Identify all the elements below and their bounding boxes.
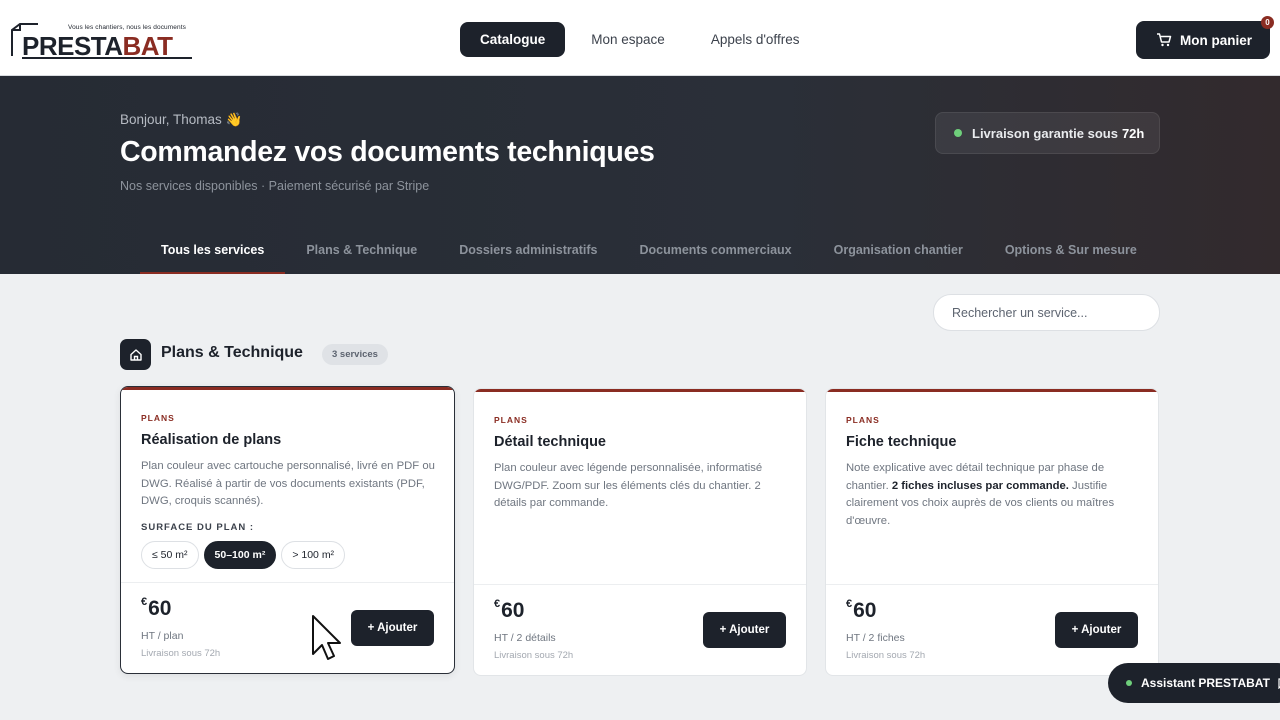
top-navigation-bar: Vous les chantiers, nous les documents P… — [0, 0, 1280, 76]
tab-plans-technique[interactable]: Plans & Technique — [285, 236, 438, 274]
card-price-unit: HT / 2 détails — [494, 632, 556, 644]
card-description: Plan couleur avec légende personnalisée,… — [494, 462, 763, 509]
delivery-highlight: 72h — [1121, 125, 1145, 141]
card-title: Détail technique — [494, 434, 606, 450]
card-category-tag: PLANS — [846, 415, 880, 425]
card-price: €60 — [846, 598, 877, 622]
surface-option-large[interactable]: > 100 m² — [281, 541, 346, 569]
cart-count-badge: 0 — [1261, 16, 1274, 29]
card-delivery-eta: Livraison sous 72h — [141, 648, 221, 659]
card-title: Fiche technique — [846, 434, 957, 450]
add-to-cart-button[interactable]: + Ajouter — [351, 610, 434, 646]
greeting-text: Bonjour, Thomas 👋 — [120, 112, 243, 127]
section-count-badge: 3 services — [322, 344, 388, 365]
surface-option-small[interactable]: ≤ 50 m² — [141, 541, 199, 569]
cart-label: Mon panier — [1180, 32, 1253, 48]
logo-tagline: Vous les chantiers, nous les documents — [68, 24, 186, 31]
card-description: Note explicative avec détail technique p… — [846, 462, 1115, 527]
nav-catalogue[interactable]: Catalogue — [460, 22, 566, 57]
search-input[interactable] — [933, 294, 1160, 331]
service-card-realisation-plans[interactable]: PLANS Réalisation de plans Plan couleur … — [120, 386, 455, 674]
logo-underline — [22, 57, 192, 59]
status-dot-icon — [954, 129, 962, 137]
cart-icon — [1157, 33, 1172, 47]
section-title: Plans & Technique — [161, 344, 303, 361]
card-divider — [121, 582, 454, 583]
hero-banner: Bonjour, Thomas 👋 Commandez vos document… — [0, 76, 1280, 274]
mouse-cursor-icon — [312, 615, 341, 660]
online-dot-icon — [1126, 680, 1132, 686]
card-accent-line — [826, 389, 1158, 392]
tab-tous-les-services[interactable]: Tous les services — [140, 236, 286, 274]
card-delivery-eta: Livraison sous 72h — [494, 650, 574, 661]
card-divider — [826, 584, 1158, 585]
surface-options: ≤ 50 m² 50–100 m² > 100 m² — [141, 541, 350, 569]
cart-button[interactable]: Mon panier — [1136, 21, 1270, 59]
tab-dossiers-administratifs[interactable]: Dossiers administratifs — [438, 236, 618, 274]
tab-documents-commerciaux[interactable]: Documents commerciaux — [618, 236, 812, 274]
tab-organisation-chantier[interactable]: Organisation chantier — [813, 236, 984, 274]
card-category-tag: PLANS — [494, 415, 528, 425]
card-accent-line — [474, 389, 806, 392]
assistant-label: Assistant PRESTABAT — [1141, 676, 1270, 690]
page-title: Commandez vos documents techniques — [120, 136, 655, 168]
surface-label: SURFACE DU PLAN : — [141, 522, 255, 533]
category-tabs: Tous les services Plans & Technique Doss… — [140, 236, 1158, 274]
card-description: Plan couleur avec cartouche personnalisé… — [141, 460, 435, 507]
card-delivery-eta: Livraison sous 72h — [846, 650, 926, 661]
add-to-cart-button[interactable]: + Ajouter — [1055, 612, 1138, 648]
main-nav: Catalogue Mon espace Appels d'offres — [460, 22, 825, 57]
card-price-unit: HT / plan — [141, 630, 184, 642]
section-icon-box — [120, 339, 151, 370]
assistant-chat-button[interactable]: Assistant PRESTABAT — [1108, 663, 1280, 703]
page-subtitle: Nos services disponibles · Paiement sécu… — [120, 179, 430, 193]
delivery-guarantee-badge: Livraison garantie sous 72h — [935, 112, 1160, 154]
logo-wordmark: PRESTABAT — [22, 31, 173, 61]
card-category-tag: PLANS — [141, 413, 175, 423]
prestabat-logo[interactable]: Vous les chantiers, nous les documents P… — [10, 20, 195, 60]
add-to-cart-button[interactable]: + Ajouter — [703, 612, 786, 648]
nav-appels-offres[interactable]: Appels d'offres — [691, 22, 820, 57]
service-card-fiche-technique[interactable]: PLANS Fiche technique Note explicative a… — [825, 388, 1159, 676]
card-price: €60 — [494, 598, 525, 622]
delivery-text: Livraison garantie sous — [972, 125, 1118, 141]
nav-mon-espace[interactable]: Mon espace — [571, 22, 685, 57]
card-price-unit: HT / 2 fiches — [846, 632, 905, 644]
service-card-detail-technique[interactable]: PLANS Détail technique Plan couleur avec… — [473, 388, 807, 676]
home-icon — [129, 348, 142, 361]
tab-options-sur-mesure[interactable]: Options & Sur mesure — [984, 236, 1158, 274]
card-price: €60 — [141, 596, 172, 620]
surface-option-medium[interactable]: 50–100 m² — [203, 541, 277, 569]
card-divider — [474, 584, 806, 585]
card-title: Réalisation de plans — [141, 432, 282, 448]
card-accent-line — [121, 387, 454, 390]
